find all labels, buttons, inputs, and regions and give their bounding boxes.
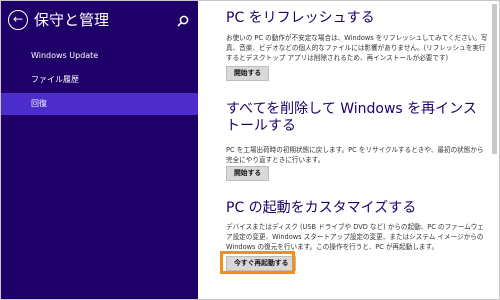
back-arrow-icon[interactable]: ← (8, 10, 28, 30)
refresh-start-button[interactable]: 開始する (226, 66, 270, 81)
section-text-advanced-startup: デバイスまたはディスク (USB ドライブや DVD など) からの起動、PC … (226, 223, 484, 251)
scrollbar[interactable] (490, 0, 498, 300)
scrollbar-thumb[interactable] (492, 4, 497, 154)
section-heading-advanced-startup: PC の起動をカスタマイズする (226, 200, 417, 216)
reinstall-start-button[interactable]: 開始する (226, 166, 270, 181)
sidebar: ← 保守と管理 Windows Update ファイル履歴 回復 (1, 1, 198, 299)
search-icon[interactable] (176, 14, 190, 28)
section-text-refresh: お使いの PC の動作が不安定な場合は、Windows をリフレッシュしてみてく… (226, 34, 488, 62)
section-text-reinstall: PC を工場出荷時の初期状態に戻します。PC をリサイクルするときや、最初の状態… (226, 146, 484, 164)
sidebar-header: ← 保守と管理 (1, 10, 198, 32)
sidebar-item-recovery[interactable]: 回復 (1, 93, 198, 115)
restart-button-highlight (220, 251, 295, 274)
section-heading-reinstall: すべてを削除して Windows を再インストールする (226, 101, 477, 134)
sidebar-item-windows-update[interactable]: Windows Update (1, 45, 198, 67)
section-heading-refresh: PC をリフレッシュする (226, 10, 375, 26)
sidebar-title: 保守と管理 (34, 11, 110, 29)
sidebar-item-file-history[interactable]: ファイル履歴 (1, 69, 198, 91)
